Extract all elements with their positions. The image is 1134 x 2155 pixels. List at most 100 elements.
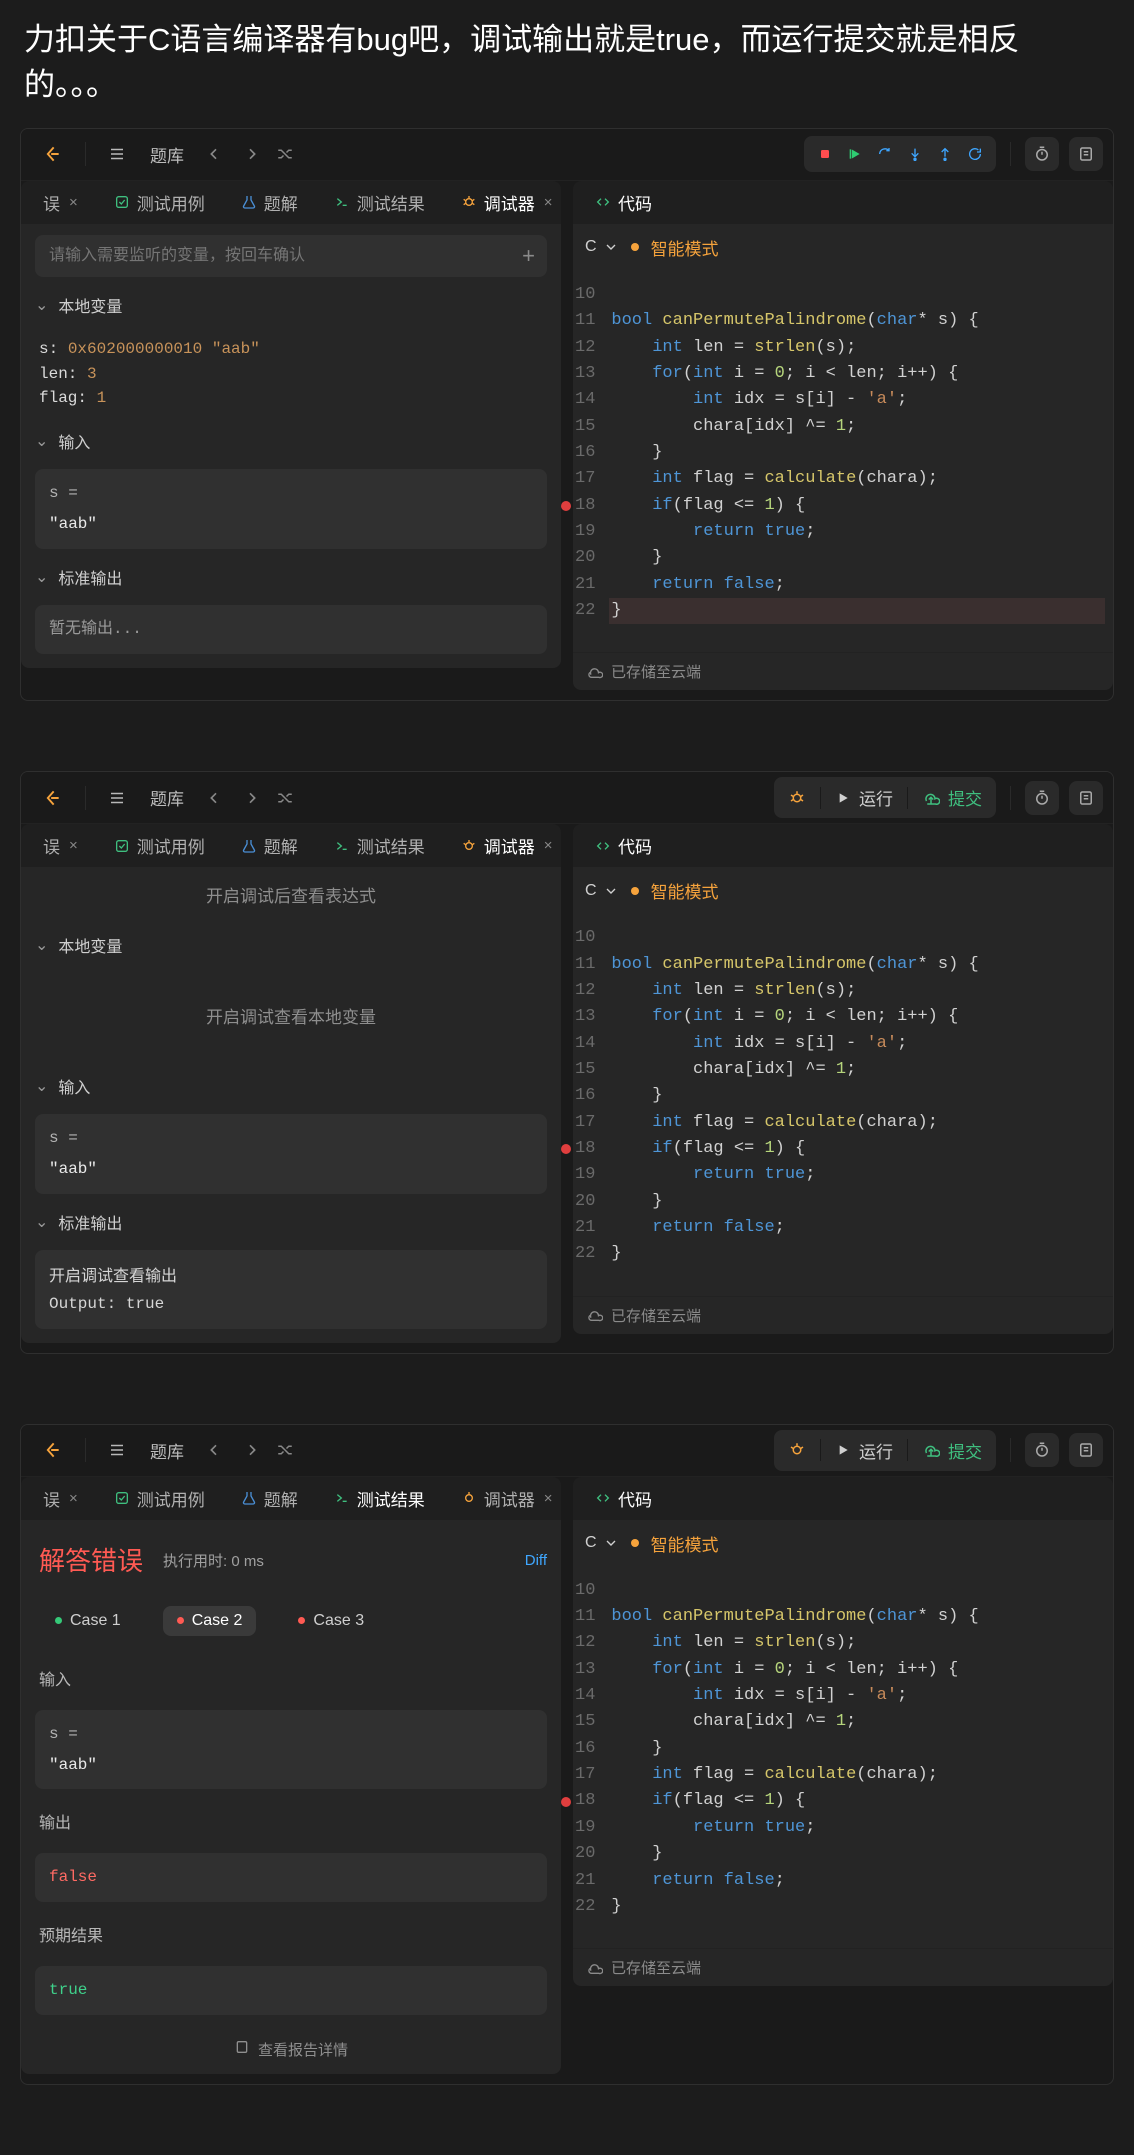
tab-testcases[interactable]: 测试用例 [102, 1479, 217, 1518]
leetcode-logo-icon[interactable] [39, 141, 65, 167]
next-problem-icon[interactable] [240, 788, 264, 808]
input-var-label: s = [49, 1126, 533, 1151]
smart-mode-label[interactable]: 智能模式 [651, 1531, 719, 1556]
next-problem-icon[interactable] [240, 1440, 264, 1460]
language-select[interactable]: C [585, 238, 619, 256]
tab-debugger[interactable]: 调试器× [449, 1479, 565, 1518]
top-toolbar: 题库 [21, 129, 1113, 181]
tab-code[interactable]: 代码 [583, 183, 664, 222]
terminal-icon [334, 838, 350, 854]
debug-step-into-icon[interactable] [900, 140, 930, 168]
debug-button[interactable] [774, 781, 820, 815]
plus-icon[interactable]: + [522, 243, 535, 269]
debug-continue-icon[interactable] [840, 140, 870, 168]
timer-icon[interactable] [1025, 1433, 1059, 1467]
chevron-down-icon: ⌄ [35, 1212, 48, 1232]
list-icon[interactable] [102, 141, 132, 167]
notes-icon[interactable] [1069, 781, 1103, 815]
run-button[interactable]: 运行 [821, 1430, 907, 1471]
diff-link[interactable]: Diff [525, 1552, 547, 1569]
run-button[interactable]: 运行 [821, 777, 907, 818]
language-select[interactable]: C [585, 1534, 619, 1552]
list-icon[interactable] [102, 785, 132, 811]
tab-error[interactable]: 误× [31, 1479, 90, 1518]
library-button[interactable]: 题库 [144, 781, 190, 814]
bug-icon [461, 194, 477, 210]
close-icon[interactable]: × [69, 1490, 78, 1507]
tab-solution[interactable]: 题解 [229, 826, 310, 865]
tab-results[interactable]: 测试结果 [322, 1479, 437, 1518]
leetcode-logo-icon[interactable] [39, 785, 65, 811]
code-editor[interactable]: 10111213141516171819202122 bool canPermu… [573, 282, 1113, 638]
debug-stop-icon[interactable] [810, 140, 840, 168]
language-select[interactable]: C [585, 882, 619, 900]
notes-icon[interactable] [1069, 1433, 1103, 1467]
next-problem-icon[interactable] [240, 144, 264, 164]
watch-expression-input[interactable]: + [35, 235, 547, 277]
close-icon[interactable]: × [544, 1490, 553, 1507]
library-button[interactable]: 题库 [144, 1434, 190, 1467]
smart-mode-label[interactable]: 智能模式 [651, 878, 719, 903]
section-local-vars[interactable]: ⌄本地变量 [35, 931, 547, 959]
timer-icon[interactable] [1025, 781, 1059, 815]
flask-icon [241, 838, 257, 854]
debug-step-out-icon[interactable] [930, 140, 960, 168]
tab-testcases[interactable]: 测试用例 [102, 183, 217, 222]
close-icon[interactable]: × [69, 194, 78, 211]
top-toolbar: 题库 运行 提交 [21, 772, 1113, 824]
screenshot-2: 题库 运行 提交 误× 测试用例 题解 [20, 771, 1114, 1353]
smart-mode-label[interactable]: 智能模式 [651, 235, 719, 260]
debug-restart-icon[interactable] [960, 140, 990, 168]
close-icon[interactable]: × [544, 194, 553, 211]
tab-code[interactable]: 代码 [583, 1479, 664, 1518]
debug-button[interactable] [774, 1433, 820, 1467]
tab-solution[interactable]: 题解 [229, 183, 310, 222]
shuffle-icon[interactable] [276, 1441, 294, 1459]
tab-testcases[interactable]: 测试用例 [102, 826, 217, 865]
leetcode-logo-icon[interactable] [39, 1437, 65, 1463]
left-tabs: 误× 测试用例 题解 测试结果 调试器× ⋯ [21, 1477, 561, 1521]
post-title: 力扣关于C语言编译器有bug吧，调试输出就是true，而运行提交就是相反的。。。 [0, 0, 1134, 128]
tab-solution[interactable]: 题解 [229, 1479, 310, 1518]
check-square-icon [114, 194, 130, 210]
notes-icon[interactable] [1069, 137, 1103, 171]
output-label: 输出 [35, 1803, 547, 1839]
tab-error[interactable]: 误× [31, 826, 90, 865]
timer-icon[interactable] [1025, 137, 1059, 171]
submit-button[interactable]: 提交 [908, 1430, 996, 1471]
case-pill[interactable]: Case 2 [163, 1606, 257, 1636]
tab-error[interactable]: 误× [31, 183, 90, 222]
tab-results[interactable]: 测试结果 [322, 183, 437, 222]
close-icon[interactable]: × [69, 837, 78, 854]
case-pill[interactable]: Case 1 [41, 1606, 135, 1636]
bug-icon [461, 838, 477, 854]
section-input[interactable]: ⌄ 输入 [35, 427, 547, 455]
debug-step-over-icon[interactable] [870, 140, 900, 168]
expected-box: true [35, 1966, 547, 2015]
tab-code[interactable]: 代码 [583, 826, 664, 865]
prev-problem-icon[interactable] [202, 788, 226, 808]
close-icon[interactable]: × [544, 837, 553, 854]
section-stdout[interactable]: ⌄ 标准输出 [35, 563, 547, 591]
code-editor[interactable]: 10111213141516171819202122 bool canPermu… [573, 1578, 1113, 1934]
list-icon[interactable] [102, 1437, 132, 1463]
prev-problem-icon[interactable] [202, 144, 226, 164]
prev-problem-icon[interactable] [202, 1440, 226, 1460]
output-box: false [35, 1853, 547, 1902]
library-button[interactable]: 题库 [144, 138, 190, 171]
section-input[interactable]: ⌄输入 [35, 1072, 547, 1100]
smart-mode-dot-icon [631, 887, 639, 895]
footer-link[interactable]: 查看报告详情 [258, 2039, 348, 2060]
tab-debugger[interactable]: 调试器× [449, 826, 565, 865]
code-editor[interactable]: 10111213141516171819202122 bool canPermu… [573, 925, 1113, 1281]
tab-results[interactable]: 测试结果 [322, 826, 437, 865]
watch-input-field[interactable] [35, 235, 547, 277]
shuffle-icon[interactable] [276, 145, 294, 163]
section-stdout[interactable]: ⌄标准输出 [35, 1208, 547, 1236]
shuffle-icon[interactable] [276, 789, 294, 807]
section-local-vars[interactable]: ⌄ 本地变量 [35, 291, 547, 319]
case-pill[interactable]: Case 3 [284, 1606, 378, 1636]
tab-debugger[interactable]: 调试器× [449, 183, 565, 222]
submit-button[interactable]: 提交 [908, 777, 996, 818]
expected-label: 预期结果 [35, 1916, 547, 1952]
